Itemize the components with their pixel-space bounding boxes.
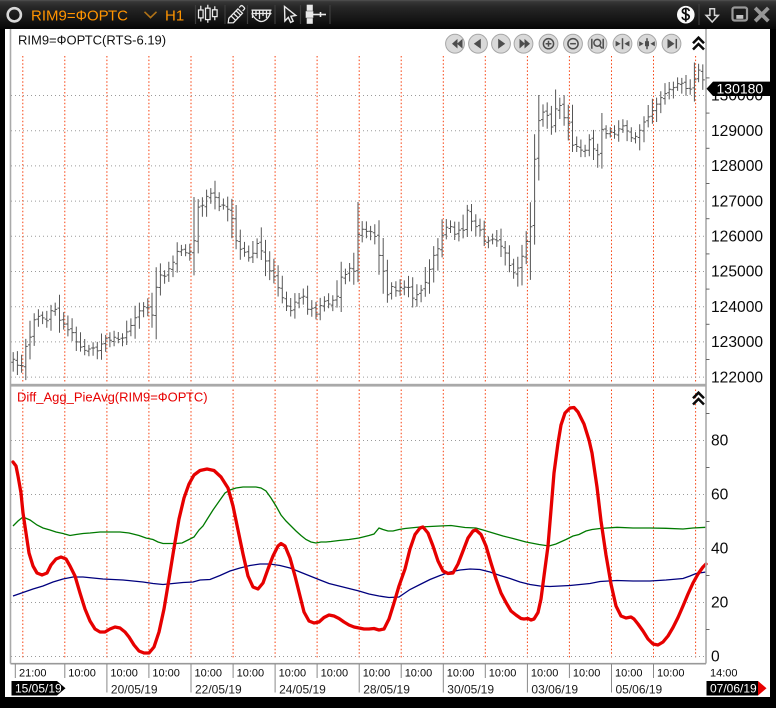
svg-text:40: 40 <box>711 541 729 558</box>
svg-text:10:00: 10:00 <box>657 668 685 680</box>
svg-text:10:00: 10:00 <box>321 668 349 680</box>
svg-text:10:00: 10:00 <box>195 668 223 680</box>
svg-text:123000: 123000 <box>711 334 763 351</box>
svg-text:130180: 130180 <box>717 81 764 97</box>
svg-text:10:00: 10:00 <box>531 668 559 680</box>
svg-text:H1: H1 <box>165 8 184 25</box>
svg-text:125000: 125000 <box>711 264 763 281</box>
svg-text:124000: 124000 <box>711 299 763 316</box>
svg-text:10:00: 10:00 <box>405 668 433 680</box>
svg-text:10:00: 10:00 <box>447 668 475 680</box>
svg-text:128000: 128000 <box>711 158 763 175</box>
svg-text:Diff_Agg_PieAvg(RIM9=ФОРТС): Diff_Agg_PieAvg(RIM9=ФОРТС) <box>17 390 208 405</box>
svg-text:10:00: 10:00 <box>363 668 391 680</box>
svg-text:24/05/19: 24/05/19 <box>279 683 326 697</box>
svg-text:05/06/19: 05/06/19 <box>616 683 663 697</box>
svg-text:30/05/19: 30/05/19 <box>447 683 494 697</box>
svg-text:10:00: 10:00 <box>110 668 138 680</box>
svg-text:127000: 127000 <box>711 193 763 210</box>
svg-text:20: 20 <box>711 595 729 612</box>
svg-text:126000: 126000 <box>711 229 763 246</box>
svg-text:10:00: 10:00 <box>573 668 601 680</box>
svg-text:28/05/19: 28/05/19 <box>363 683 410 697</box>
svg-text:60: 60 <box>711 487 729 504</box>
svg-text:10:00: 10:00 <box>279 668 307 680</box>
svg-text:129000: 129000 <box>711 123 763 140</box>
svg-text:80: 80 <box>711 433 729 450</box>
svg-text:03/06/19: 03/06/19 <box>531 683 578 697</box>
svg-text:15/05/19: 15/05/19 <box>15 682 62 696</box>
svg-text:21:00: 21:00 <box>19 668 47 680</box>
svg-text:20/05/19: 20/05/19 <box>111 683 158 697</box>
svg-text:10:00: 10:00 <box>615 668 643 680</box>
svg-text:10:00: 10:00 <box>68 668 96 680</box>
svg-text:RIM9=ФОРТС(RTS-6.19): RIM9=ФОРТС(RTS-6.19) <box>18 33 166 48</box>
svg-text:22/05/19: 22/05/19 <box>195 683 242 697</box>
svg-text:122000: 122000 <box>711 369 763 386</box>
svg-text:10:00: 10:00 <box>237 668 265 680</box>
svg-text:0: 0 <box>711 649 720 666</box>
svg-text:10:00: 10:00 <box>489 668 517 680</box>
svg-text:RIM9=ФОРТС: RIM9=ФОРТС <box>31 8 128 25</box>
svg-text:10:00: 10:00 <box>152 668 180 680</box>
svg-text:07/06/19: 07/06/19 <box>710 682 757 696</box>
svg-text:14:00: 14:00 <box>710 668 738 680</box>
